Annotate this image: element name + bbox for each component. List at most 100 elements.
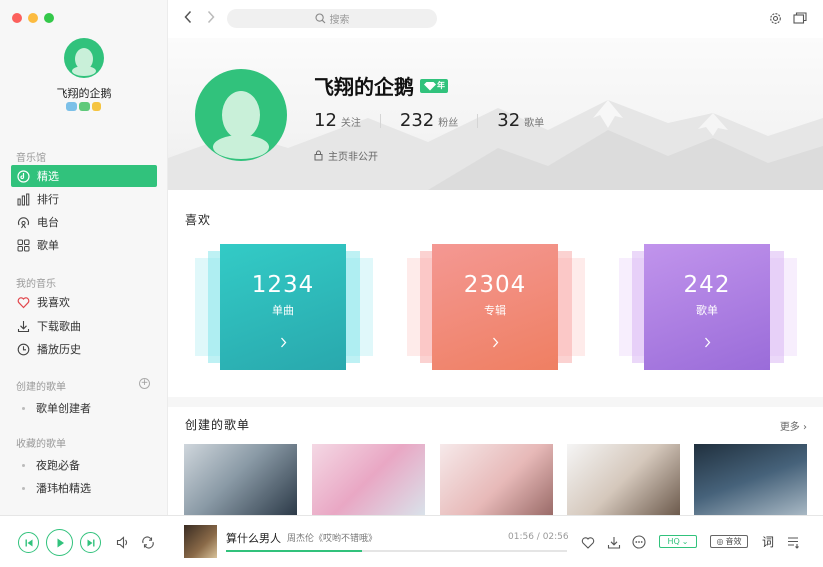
section-created-playlists: 创建的歌单 (16, 382, 66, 393)
created-playlists-section: 创建的歌单 更多 › (168, 407, 823, 515)
created-playlist-item[interactable]: 歌单创建者 (22, 400, 91, 416)
disc-icon (17, 169, 30, 183)
card-label: 单曲 (272, 304, 294, 317)
vip-badge[interactable]: 年 (420, 78, 448, 93)
player-bar: 算什么男人 周杰伦《哎哟不错哦》 01:56 / 02:56 HQ ⌄ ◎ 音效… (0, 515, 823, 567)
card-label: 歌单 (696, 304, 718, 317)
stat-playlists[interactable]: 32 歌单 (497, 110, 544, 131)
mini-mode-button[interactable] (793, 11, 807, 25)
stat-fans[interactable]: 232 粉丝 (400, 110, 458, 131)
penguin-icon (213, 91, 269, 159)
sidebar-item-radio[interactable]: 电台 (11, 211, 157, 233)
playlist-queue-button[interactable] (787, 535, 801, 549)
volume-button[interactable] (115, 535, 130, 550)
chevron-right-icon (704, 337, 711, 352)
stat-num: 232 (399, 110, 435, 131)
play-icon (57, 538, 64, 547)
playlist-cover[interactable] (312, 444, 425, 515)
collected-playlist-item[interactable]: 夜跑必备 (22, 457, 80, 473)
section-collected-playlists: 收藏的歌单 (16, 439, 66, 450)
download-button[interactable] (606, 535, 621, 549)
divider (477, 113, 479, 128)
chevron-right-icon: › (803, 422, 807, 433)
playlist-cover[interactable] (184, 444, 297, 515)
search-input[interactable]: 搜索 (227, 9, 437, 28)
clock-icon (17, 343, 30, 356)
card-face: 1234 单曲 (220, 244, 346, 370)
card-count: 1234 (251, 272, 315, 298)
sidebar-item-label: 我喜欢 (37, 296, 70, 309)
stat-following[interactable]: 12 关注 (314, 110, 361, 131)
likes-section: 喜欢 1234 单曲 2304 专辑 242 歌单 (168, 190, 823, 397)
profile-avatar[interactable] (195, 69, 287, 161)
penguin-icon (72, 48, 96, 76)
settings-button[interactable] (768, 11, 782, 25)
sidebar-user-name[interactable]: 飞翔的企鹅 (0, 85, 168, 101)
chevron-right-icon (492, 337, 499, 352)
playlist-cover[interactable] (694, 444, 807, 515)
grid-icon (17, 239, 30, 252)
badge-icon (92, 102, 101, 111)
liked-albums-card[interactable]: 2304 专辑 (407, 244, 585, 370)
more-options-button[interactable] (632, 535, 646, 549)
sidebar-item-downloads[interactable]: 下载歌曲 (11, 315, 157, 337)
bullet (22, 463, 25, 467)
sidebar-item-liked[interactable]: 我喜欢 (11, 291, 157, 313)
now-playing-cover[interactable] (184, 525, 217, 558)
queue-icon (788, 536, 799, 549)
loop-icon (141, 536, 154, 549)
sidebar-item-label: 歌单 (37, 239, 59, 252)
divider (379, 113, 381, 128)
playlist-label: 潘玮柏精选 (36, 482, 91, 495)
chevron-right-icon (207, 10, 215, 24)
skip-back-icon (25, 539, 32, 546)
card-count: 2304 (463, 272, 527, 298)
card-count: 242 (683, 272, 731, 298)
more-label: 更多 (779, 422, 800, 433)
vip-badge-label: 年 (437, 81, 445, 90)
liked-songs-card[interactable]: 1234 单曲 (195, 244, 373, 370)
sound-effect-button[interactable]: ◎ 音效 (710, 535, 748, 548)
like-button[interactable] (580, 535, 595, 549)
add-playlist-button[interactable]: + (139, 378, 150, 389)
sidebar-item-label: 精选 (37, 170, 59, 183)
back-button[interactable] (183, 10, 193, 28)
quality-selector[interactable]: HQ ⌄ (659, 535, 697, 548)
sidebar-item-history[interactable]: 播放历史 (11, 338, 157, 360)
zoom-window-button[interactable] (44, 13, 54, 23)
privacy-text: 主页非公开 (328, 152, 378, 163)
chevron-left-icon (184, 10, 192, 24)
previous-button[interactable] (18, 532, 39, 553)
section-divider (168, 397, 823, 407)
card-face: 242 歌单 (644, 244, 770, 370)
sidebar-item-playlists[interactable]: 歌单 (11, 234, 157, 256)
privacy-status: 主页非公开 (314, 148, 378, 163)
next-button[interactable] (80, 532, 101, 553)
more-link[interactable]: 更多 › (780, 418, 807, 433)
progress-bar[interactable] (226, 550, 567, 552)
profile-name: 飞翔的企鹅 年 (314, 71, 448, 100)
sidebar-item-featured[interactable]: 精选 (11, 165, 157, 187)
loop-mode-button[interactable] (140, 535, 155, 550)
playlist-cover[interactable] (440, 444, 553, 515)
download-icon (17, 320, 30, 333)
effect-label: 音效 (725, 537, 742, 546)
play-button[interactable] (46, 529, 73, 556)
sidebar-item-ranking[interactable]: 排行 (11, 188, 157, 210)
song-artist[interactable]: 周杰伦《哎哟不错哦》 (287, 531, 377, 544)
avatar[interactable] (64, 38, 104, 78)
close-window-button[interactable] (12, 13, 22, 23)
forward-button[interactable] (206, 10, 216, 28)
lyrics-button[interactable]: 词 (762, 533, 774, 550)
more-dots-icon (632, 535, 646, 549)
card-face: 2304 专辑 (432, 244, 558, 370)
liked-playlists-card[interactable]: 242 歌单 (619, 244, 797, 370)
search-placeholder: 搜索 (329, 15, 350, 26)
section-music-hall: 音乐馆 (16, 153, 46, 164)
minimize-window-button[interactable] (28, 13, 38, 23)
playlist-cover[interactable] (567, 444, 680, 515)
collected-playlist-item[interactable]: 潘玮柏精选 (22, 480, 91, 496)
badge-icon (66, 102, 77, 111)
sidebar-item-label: 下载歌曲 (37, 320, 81, 333)
song-title[interactable]: 算什么男人 (226, 530, 281, 546)
